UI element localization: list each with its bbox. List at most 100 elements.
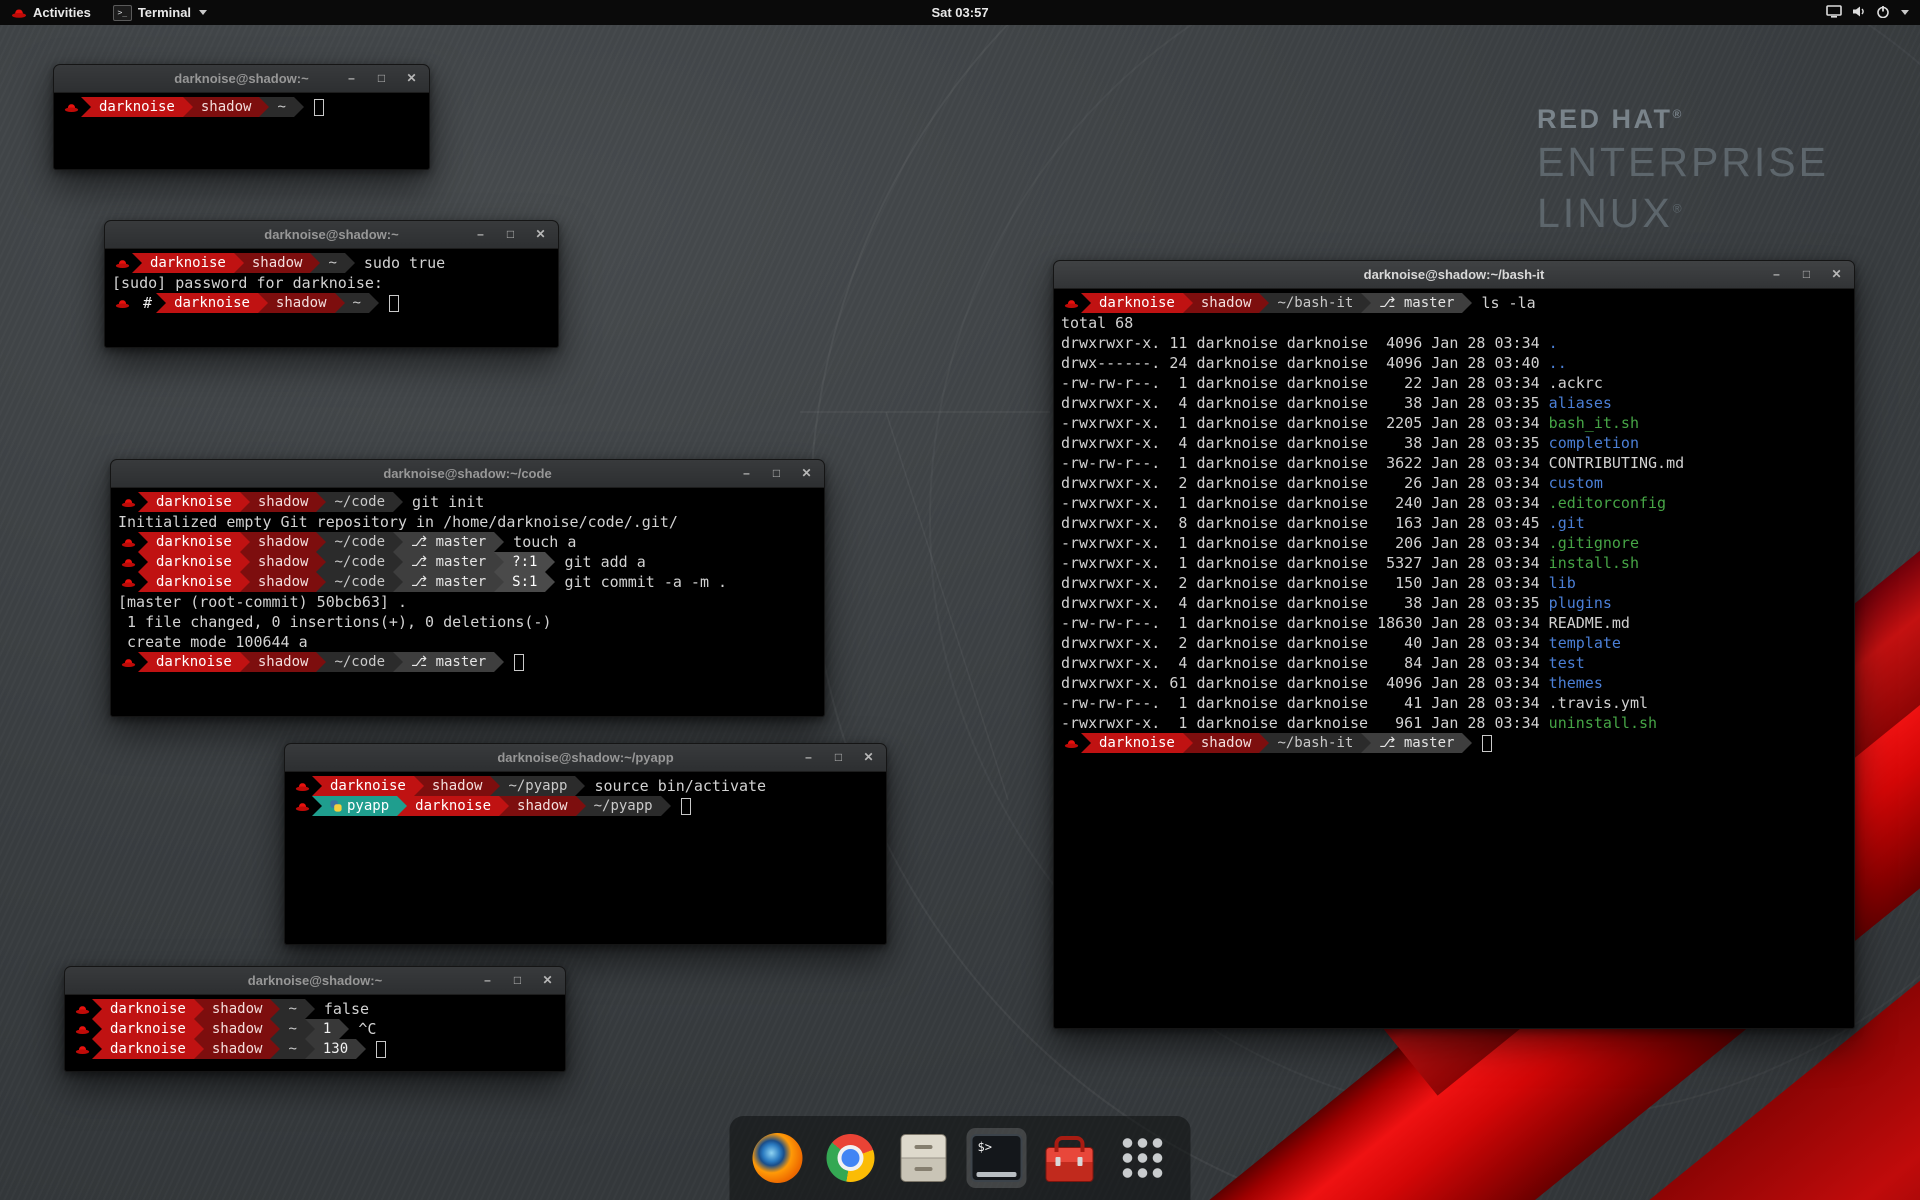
prompt-segment-gitstatus: S:1 xyxy=(504,572,545,592)
file-listing-row: -rwxrwxr-x. 1 darknoise darknoise 5327 J… xyxy=(1061,553,1847,573)
window-titlebar[interactable]: darknoise@shadow:~–□✕ xyxy=(54,65,429,93)
powerline-separator xyxy=(393,572,403,592)
maximize-button[interactable]: □ xyxy=(769,466,784,481)
prompt-segment-user: darknoise xyxy=(1091,733,1183,753)
powerline-separator xyxy=(270,1019,280,1039)
file-name: README.md xyxy=(1549,613,1630,633)
prompt-segment-user: darknoise xyxy=(102,999,194,1019)
powerline-separator xyxy=(240,652,250,672)
prompt-segment-path: ~ xyxy=(320,253,344,273)
powerline-separator xyxy=(339,1019,349,1039)
text-cursor xyxy=(314,99,324,116)
powerline-separator xyxy=(305,1039,315,1059)
prompt-segment-path: ~/pyapp xyxy=(500,776,575,796)
window-title: darknoise@shadow:~/code xyxy=(383,466,551,481)
powerline-separator xyxy=(316,572,326,592)
terminal-body[interactable]: darknoiseshadow~ xyxy=(54,93,429,117)
powerline-separator xyxy=(312,796,322,816)
app-menu-button[interactable]: >_ Terminal xyxy=(102,0,218,25)
app-menu-label: Terminal xyxy=(138,5,191,20)
prompt-segment-host: shadow xyxy=(204,1039,271,1059)
system-menu-button[interactable] xyxy=(1815,0,1920,25)
dock-item-terminal[interactable]: $> xyxy=(967,1128,1027,1188)
terminal-body[interactable]: darknoiseshadow~ sudo true[sudo] passwor… xyxy=(105,249,558,313)
file-name: .. xyxy=(1549,353,1567,373)
clock[interactable]: Sat 03:57 xyxy=(931,0,988,25)
close-button[interactable]: ✕ xyxy=(799,466,814,481)
file-name: aliases xyxy=(1549,393,1612,413)
dock-item-firefox[interactable] xyxy=(748,1128,808,1188)
python-icon xyxy=(330,800,342,812)
minimize-button[interactable]: – xyxy=(480,973,495,988)
terminal-body[interactable]: darknoiseshadow~ falsedarknoiseshadow~1 … xyxy=(65,995,565,1059)
minimize-button[interactable]: – xyxy=(344,71,359,86)
maximize-button[interactable]: □ xyxy=(510,973,525,988)
terminal-text: -rwxrwxr-x. 1 darknoise darknoise 206 Ja… xyxy=(1061,533,1549,553)
file-listing-row: -rwxrwxr-x. 1 darknoise darknoise 961 Ja… xyxy=(1061,713,1847,733)
redhat-icon xyxy=(72,999,92,1019)
minimize-button[interactable]: – xyxy=(801,750,816,765)
powerline-separator xyxy=(258,293,268,313)
minimize-button[interactable]: – xyxy=(473,227,488,242)
terminal-body[interactable]: darknoiseshadow~/bash-it⎇ master ls -lat… xyxy=(1054,289,1854,753)
activities-label: Activities xyxy=(33,5,91,20)
redhat-icon xyxy=(118,552,138,572)
window-titlebar[interactable]: darknoise@shadow:~/pyapp–□✕ xyxy=(285,744,886,772)
close-button[interactable]: ✕ xyxy=(533,227,548,242)
powerline-separator xyxy=(1259,293,1269,313)
prompt-segment-host: shadow xyxy=(250,492,317,512)
maximize-button[interactable]: □ xyxy=(503,227,518,242)
prompt-segment-path: ~ xyxy=(280,1039,304,1059)
prompt-segment-user: darknoise xyxy=(148,492,240,512)
prompt-segment-gitstatus: ?:1 xyxy=(504,552,545,572)
file-listing-row: drwxrwxr-x. 11 darknoise darknoise 4096 … xyxy=(1061,333,1847,353)
file-name: .travis.yml xyxy=(1549,693,1648,713)
terminal-text: -rw-rw-r--. 1 darknoise darknoise 3622 J… xyxy=(1061,453,1549,473)
close-button[interactable]: ✕ xyxy=(1829,267,1844,282)
terminal-body[interactable]: darknoiseshadow~/pyapp source bin/activa… xyxy=(285,772,886,816)
text-cursor xyxy=(681,798,691,815)
dock-item-toolbox[interactable] xyxy=(1040,1128,1100,1188)
dock-item-show-apps[interactable] xyxy=(1113,1128,1173,1188)
maximize-button[interactable]: □ xyxy=(831,750,846,765)
prompt-segment-user: darknoise xyxy=(142,253,234,273)
terminal-window: darknoise@shadow:~/code–□✕darknoiseshado… xyxy=(110,459,825,717)
file-listing-row: drwxrwxr-x. 2 darknoise darknoise 40 Jan… xyxy=(1061,633,1847,653)
file-name: .editorconfig xyxy=(1549,493,1666,513)
close-button[interactable]: ✕ xyxy=(861,750,876,765)
terminal-icon: >_ xyxy=(113,5,132,21)
powerline-separator xyxy=(393,552,403,572)
powerline-separator xyxy=(1183,733,1193,753)
redhat-logo-icon xyxy=(11,7,27,19)
window-titlebar[interactable]: darknoise@shadow:~/code –□ ✕ xyxy=(111,460,824,488)
activities-button[interactable]: Activities xyxy=(0,0,102,25)
chrome-icon xyxy=(827,1134,875,1182)
terminal-text: [sudo] password for darknoise: xyxy=(112,273,383,293)
terminal-prompt-line: darknoiseshadow~/bash-it⎇ master ls -la xyxy=(1061,293,1847,313)
close-button[interactable]: ✕ xyxy=(540,973,555,988)
chevron-down-icon xyxy=(199,10,207,15)
terminal-output-line: total 68 xyxy=(1061,313,1847,333)
window-titlebar[interactable]: darknoise@shadow:~–□✕ xyxy=(65,967,565,995)
prompt-segment-path: ~/pyapp xyxy=(586,796,661,816)
dock-item-chrome[interactable] xyxy=(821,1128,881,1188)
command-text: false xyxy=(315,999,369,1019)
maximize-button[interactable]: □ xyxy=(1799,267,1814,282)
powerline-separator xyxy=(138,492,148,512)
redhat-icon xyxy=(292,796,312,816)
window-titlebar[interactable]: darknoise@shadow:~/bash-it–□✕ xyxy=(1054,261,1854,289)
terminal-body[interactable]: darknoiseshadow~/code git initInitialize… xyxy=(111,488,824,672)
file-listing-row: -rwxrwxr-x. 1 darknoise darknoise 2205 J… xyxy=(1061,413,1847,433)
redhat-icon xyxy=(112,293,132,313)
minimize-button[interactable]: – xyxy=(1769,267,1784,282)
powerline-separator xyxy=(194,999,204,1019)
minimize-button[interactable]: – xyxy=(739,466,754,481)
maximize-button[interactable]: □ xyxy=(374,71,389,86)
window-titlebar[interactable]: darknoise@shadow:~–□✕ xyxy=(105,221,558,249)
dock-item-files[interactable] xyxy=(894,1128,954,1188)
powerline-separator xyxy=(369,293,379,313)
terminal-window: darknoise@shadow:~/bash-it–□✕darknoisesh… xyxy=(1053,260,1855,1029)
terminal-prompt-line: darknoiseshadow~/code⎇ master xyxy=(118,652,817,672)
close-button[interactable]: ✕ xyxy=(404,71,419,86)
terminal-text: drwxrwxr-x. 8 darknoise darknoise 163 Ja… xyxy=(1061,513,1549,533)
